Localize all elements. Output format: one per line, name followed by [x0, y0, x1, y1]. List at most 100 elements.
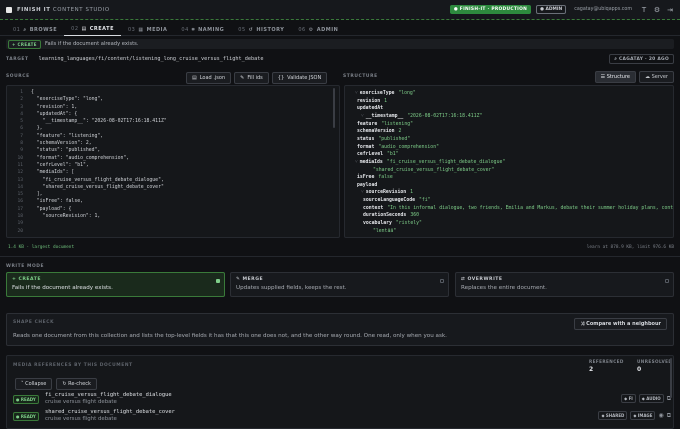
- line-number: 4: [20, 111, 23, 117]
- tab-history[interactable]: 05 ↺ HISTORY: [231, 24, 291, 36]
- media-description: cruise versus flight debate: [45, 399, 117, 405]
- chevron-down-icon[interactable]: ˅: [361, 114, 364, 119]
- recheck-button[interactable]: ↻ Re-check: [56, 378, 97, 390]
- code-line: ],: [31, 192, 43, 198]
- unresolved-count: UNRESOLVED 0: [637, 359, 672, 373]
- tab-number: 03: [128, 26, 136, 33]
- tab-naming[interactable]: 04 ⌗ NAMING: [174, 24, 231, 36]
- field-value: "long": [398, 91, 416, 96]
- field-key: sourceLanguageCode: [363, 198, 415, 204]
- type-tag: ◆ IMAGE: [630, 411, 656, 420]
- structure-row: cefrLevel "b1": [355, 152, 399, 157]
- line-number: 10: [17, 155, 23, 161]
- mode-radio[interactable]: [665, 279, 669, 283]
- hash-icon: ⌗: [191, 26, 196, 33]
- collapse-button[interactable]: ˅ Collapse: [15, 378, 53, 390]
- server-view-button[interactable]: ☁ Server: [639, 71, 674, 83]
- field-key: revision: [357, 98, 381, 104]
- preview-eye-icon[interactable]: ◉: [658, 412, 663, 419]
- mode-merge-option[interactable]: ✎ MERGE Updates supplied fields, keeps t…: [230, 272, 449, 297]
- structure-row: feature "listening": [355, 122, 413, 127]
- mode-description: Replaces the entire document.: [461, 285, 547, 291]
- field-value: "fi_cruise_versus_flight_debate_dialogue…: [386, 159, 506, 165]
- field-value: "In this informal dialogue, two friends,…: [387, 205, 674, 211]
- line-number: 3: [20, 104, 23, 110]
- structure-row: payload: [355, 183, 381, 188]
- structure-row: vocabulary "ristely": [361, 221, 422, 226]
- tab-number: 02: [71, 26, 79, 32]
- mode-radio-checked[interactable]: [216, 279, 220, 283]
- mode-overwrite-option[interactable]: ⇄ OVERWRITE Replaces the entire document…: [455, 272, 674, 297]
- field-value: "listening": [381, 121, 413, 127]
- code-line: "shared_cruise_versus_flight_debate_cove…: [31, 184, 164, 190]
- app-logo-icon: [6, 6, 12, 13]
- chevron-down-icon[interactable]: ˅: [355, 91, 358, 96]
- media-references-panel: MEDIA REFERENCES BY THIS DOCUMENT REFERE…: [6, 355, 674, 429]
- code-line: "sourceRevision": 1,: [31, 214, 101, 220]
- fill-ids-button[interactable]: ✎ Fill ids: [234, 72, 269, 84]
- field-value: 360: [410, 213, 419, 219]
- media-reference-row: ● READY fi_cruise_versus_flight_debate_d…: [11, 392, 671, 408]
- load-json-button[interactable]: ▤ Load .json: [186, 72, 232, 84]
- document-size: 1.4 KB · largest document: [8, 245, 75, 250]
- target-path-input[interactable]: learning_languages/fi/content/listening_…: [39, 56, 264, 62]
- chevron-down-icon[interactable]: ˅: [355, 160, 358, 165]
- references-scrollbar[interactable]: [670, 358, 672, 398]
- mode-description: Updates supplied fields, keeps the rest.: [236, 285, 347, 291]
- field-key: mediaIds: [359, 159, 383, 165]
- tab-create[interactable]: 02 ▤ CREATE: [64, 24, 121, 36]
- field-key: feature: [357, 121, 378, 127]
- code-line: "schemaVersion": 2,: [31, 141, 92, 147]
- pencil-icon: ✎: [240, 75, 245, 81]
- editor-scrollbar[interactable]: [333, 88, 335, 128]
- field-key: isFree: [357, 175, 375, 181]
- code-line: "isFree": false,: [31, 199, 83, 205]
- code-line: "__timestamp__": "2026-08-02T17:16:18.41…: [31, 119, 167, 125]
- mode-radio[interactable]: [440, 279, 444, 283]
- tab-number: 04: [181, 26, 189, 33]
- document-icon: ▤: [81, 26, 87, 32]
- validate-json-button[interactable]: {} Validate JSON: [271, 72, 328, 84]
- line-number: 13: [17, 177, 23, 183]
- tab-admin[interactable]: 06 ⚙ ADMIN: [291, 24, 345, 36]
- structure-view-button[interactable]: ☰ Structure: [594, 71, 636, 83]
- mode-create-option[interactable]: + CREATE Fails if the document already e…: [6, 272, 225, 297]
- tab-browse[interactable]: 01 ⌕ BROWSE: [6, 24, 64, 36]
- settings-gear-icon[interactable]: ⚙: [653, 6, 661, 14]
- compare-neighbour-button[interactable]: ⤨ Compare with a neighbour: [574, 318, 667, 330]
- media-references-label: MEDIA REFERENCES BY THIS DOCUMENT: [13, 363, 133, 368]
- target-row: TARGET learning_languages/fi/content/lis…: [6, 54, 674, 64]
- line-number: 9: [20, 148, 23, 154]
- mode-banner: + CREATE Fails if the document already e…: [6, 39, 674, 49]
- app-title-bold: FINISH IT: [17, 6, 51, 13]
- structure-row: sourceLanguageCode "fi": [361, 198, 431, 203]
- line-number: 18: [17, 214, 23, 220]
- structure-row: isFree false: [355, 175, 393, 180]
- fill-ids-label: Fill ids: [247, 75, 263, 81]
- code-line: "feature": "listening",: [31, 133, 104, 139]
- field-key: updatedAt: [357, 106, 383, 112]
- structure-row: "shared_cruise_versus_flight_debate_cove…: [367, 168, 494, 173]
- field-key: sourceRevision: [365, 190, 407, 196]
- validate-json-label: Validate JSON: [287, 75, 322, 81]
- target-label: TARGET: [6, 56, 29, 62]
- json-editor[interactable]: 1 2 3 4 5 6 7 8 9 10 11 12 13 14 15 16 17 18 19 20 { "exerc…: [6, 85, 340, 238]
- tab-media[interactable]: 03 ▦ MEDIA: [121, 24, 174, 36]
- load-json-label: Load .json: [199, 75, 226, 81]
- structure-row: ˅ sourceRevision 1: [361, 190, 413, 195]
- chevron-down-icon[interactable]: ˅: [361, 190, 364, 195]
- line-number: 16: [17, 199, 23, 205]
- tab-label: BROWSE: [29, 26, 58, 33]
- copy-icon[interactable]: ⧉: [667, 412, 671, 420]
- mode-title: ⇄ OVERWRITE: [461, 277, 503, 282]
- structure-row: format "audio_comprehension": [355, 145, 439, 150]
- catalog-button[interactable]: ⌕ CAGATAY · 20 AGO: [609, 54, 674, 64]
- field-value: "b1": [387, 152, 399, 158]
- field-value: false: [378, 175, 393, 181]
- sign-out-icon[interactable]: ⇥: [666, 6, 674, 14]
- main-tabs: 01 ⌕ BROWSE 02 ▤ CREATE 03 ▦ MEDIA 04 ⌗ NAMING 0…: [0, 24, 680, 36]
- ready-badge: ● READY: [13, 412, 39, 421]
- text-size-icon[interactable]: T: [640, 6, 648, 14]
- json-code[interactable]: { "exerciseType": "long", "revision": 1,…: [31, 89, 167, 220]
- stat-label: UNRESOLVED: [637, 359, 673, 364]
